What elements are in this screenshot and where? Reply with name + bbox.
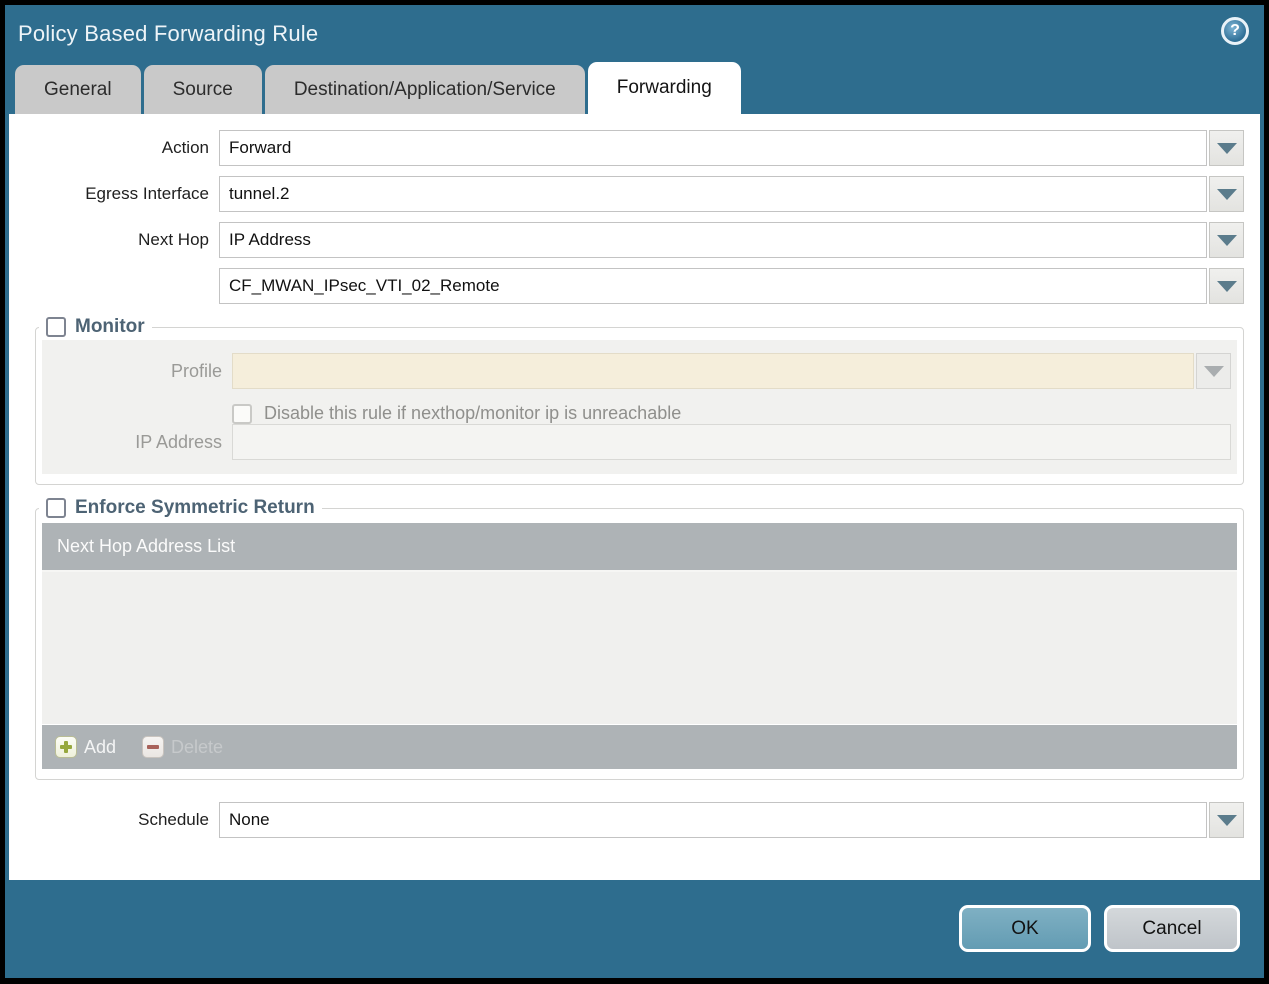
next-hop-address-list-table: Next Hop Address List Add Delete bbox=[42, 523, 1237, 769]
delete-button-label: Delete bbox=[171, 736, 224, 757]
tab-forwarding[interactable]: Forwarding bbox=[587, 62, 741, 114]
dialog-titlebar: Policy Based Forwarding Rule ? bbox=[5, 5, 1264, 62]
tab-strip: General Source Destination/Application/S… bbox=[5, 62, 1264, 114]
symmetric-return-legend-label: Enforce Symmetric Return bbox=[75, 497, 315, 518]
chevron-down-icon bbox=[1216, 814, 1237, 826]
action-row: Action bbox=[9, 130, 1260, 166]
chevron-down-icon bbox=[1216, 234, 1237, 246]
schedule-label: Schedule bbox=[138, 810, 209, 829]
next-hop-address-row bbox=[9, 268, 1260, 304]
monitor-ip-address-input[interactable] bbox=[232, 424, 1231, 460]
monitor-ip-address-row: IP Address bbox=[42, 424, 1231, 460]
dialog-footer: OK Cancel bbox=[5, 880, 1264, 976]
pbf-rule-dialog: Policy Based Forwarding Rule ? General S… bbox=[5, 5, 1264, 978]
ok-button[interactable]: OK bbox=[959, 905, 1091, 952]
monitor-legend: Monitor bbox=[39, 316, 152, 338]
chevron-down-icon bbox=[1216, 142, 1237, 154]
next-hop-address-dropdown-button[interactable] bbox=[1209, 268, 1244, 304]
egress-interface-row: Egress Interface bbox=[9, 176, 1260, 212]
action-input[interactable] bbox=[219, 130, 1207, 166]
chevron-down-icon bbox=[1216, 280, 1237, 292]
table-toolbar: Add Delete bbox=[42, 725, 1237, 769]
profile-row: Profile bbox=[42, 353, 1231, 389]
chevron-down-icon bbox=[1216, 188, 1237, 200]
profile-dropdown-button[interactable] bbox=[1196, 353, 1231, 389]
monitor-ip-address-label: IP Address bbox=[135, 431, 222, 452]
schedule-input[interactable] bbox=[219, 802, 1207, 838]
disable-rule-label: Disable this rule if nexthop/monitor ip … bbox=[264, 403, 682, 423]
egress-interface-input[interactable] bbox=[219, 176, 1207, 212]
egress-interface-label: Egress Interface bbox=[85, 184, 209, 203]
table-body-empty[interactable] bbox=[42, 570, 1237, 724]
action-label: Action bbox=[161, 138, 209, 157]
add-button-label: Add bbox=[84, 736, 117, 757]
action-dropdown-button[interactable] bbox=[1209, 130, 1244, 166]
disable-rule-row: Disable this rule if nexthop/monitor ip … bbox=[232, 403, 1231, 424]
tab-source[interactable]: Source bbox=[143, 65, 262, 114]
add-button[interactable]: Add bbox=[55, 736, 116, 758]
schedule-dropdown-button[interactable] bbox=[1209, 802, 1244, 838]
tab-destination-application-service[interactable]: Destination/Application/Service bbox=[264, 65, 585, 114]
dialog-title: Policy Based Forwarding Rule bbox=[18, 20, 319, 46]
cancel-button[interactable]: Cancel bbox=[1104, 905, 1240, 952]
next-hop-address-input[interactable] bbox=[219, 268, 1207, 304]
next-hop-row: Next Hop bbox=[9, 222, 1260, 258]
profile-input[interactable] bbox=[232, 353, 1194, 389]
forwarding-tab-panel: Action Egress Interface Next Hop bbox=[9, 114, 1260, 880]
plus-icon bbox=[55, 736, 77, 758]
chevron-down-icon bbox=[1203, 365, 1224, 377]
symmetric-return-fieldset: Enforce Symmetric Return Next Hop Addres… bbox=[35, 497, 1244, 780]
monitor-panel: Profile Disable this rule if nexthop/mon… bbox=[42, 340, 1237, 474]
minus-icon bbox=[142, 736, 165, 758]
next-hop-type-input[interactable] bbox=[219, 222, 1207, 258]
symmetric-return-checkbox[interactable] bbox=[46, 498, 66, 518]
next-hop-address-list-column-header: Next Hop Address List bbox=[57, 536, 236, 556]
egress-interface-dropdown-button[interactable] bbox=[1209, 176, 1244, 212]
profile-label: Profile bbox=[170, 360, 222, 381]
next-hop-label: Next Hop bbox=[138, 230, 209, 249]
schedule-row: Schedule bbox=[9, 802, 1260, 838]
table-header: Next Hop Address List bbox=[42, 523, 1237, 570]
monitor-fieldset: Monitor Profile Disable this rule if nex… bbox=[35, 316, 1244, 485]
next-hop-type-dropdown-button[interactable] bbox=[1209, 222, 1244, 258]
monitor-legend-label: Monitor bbox=[75, 316, 145, 337]
symmetric-return-legend: Enforce Symmetric Return bbox=[39, 497, 322, 519]
monitor-checkbox[interactable] bbox=[46, 317, 66, 337]
disable-rule-checkbox[interactable] bbox=[232, 403, 252, 424]
tab-general[interactable]: General bbox=[15, 65, 141, 114]
footer-button-group: OK Cancel bbox=[959, 905, 1240, 952]
delete-button[interactable]: Delete bbox=[142, 736, 223, 758]
help-icon[interactable]: ? bbox=[1221, 17, 1249, 45]
